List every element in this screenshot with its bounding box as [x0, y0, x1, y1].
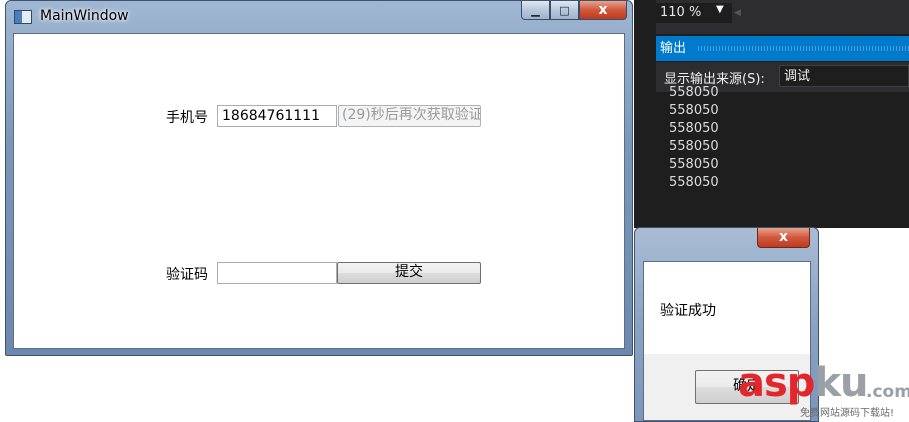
window-client-area: 手机号 18684761111 (29)秒后再次获取验证 验证码 提交	[13, 33, 625, 349]
output-line: 558050	[669, 139, 719, 154]
main-window: MainWindow ▁ □ x 手机号 18684761111 (29)秒后再…	[5, 0, 633, 356]
output-line: 558050	[669, 121, 719, 136]
pane-drag-grip[interactable]	[698, 46, 909, 51]
resend-code-button[interactable]: (29)秒后再次获取验证	[338, 105, 481, 127]
minimize-button[interactable]: ▁	[521, 1, 550, 20]
ide-background	[634, 0, 656, 228]
window-title: MainWindow	[40, 8, 129, 24]
code-label: 验证码	[166, 267, 208, 283]
app-icon	[14, 10, 32, 24]
output-line: 558050	[669, 85, 719, 100]
watermark-logo: aspku	[738, 360, 869, 406]
minimize-icon: ▁	[531, 3, 540, 17]
site-watermark: aspku .com 免费网站源码下载站!	[738, 360, 909, 422]
output-line: 558050	[669, 103, 719, 118]
phone-input[interactable]: 18684761111	[217, 105, 337, 127]
phone-label: 手机号	[166, 110, 208, 126]
message-box-close-button[interactable]: x	[757, 228, 810, 248]
close-icon: x	[778, 229, 789, 245]
close-button[interactable]: x	[579, 1, 627, 20]
output-line: 558050	[669, 157, 719, 172]
output-text: 558050 558050 558050 558050 558050 55805…	[669, 84, 899, 192]
close-icon: x	[598, 2, 608, 18]
maximize-icon: □	[559, 3, 570, 17]
watermark-suffix: .com	[866, 382, 909, 402]
caption-buttons: ▁ □ x	[521, 1, 627, 21]
submit-button[interactable]: 提交	[337, 262, 481, 284]
chevron-down-icon[interactable]: ▼	[716, 4, 724, 15]
editor-zoom-bar: 110 % ▼ ◀	[656, 0, 909, 34]
message-text: 验证成功	[660, 303, 716, 319]
output-line: 558050	[669, 175, 719, 190]
maximize-button[interactable]: □	[550, 1, 579, 20]
code-input[interactable]	[217, 262, 337, 284]
scroll-left-icon[interactable]: ◀	[734, 8, 741, 18]
watermark-tagline: 免费网站源码下载站!	[800, 408, 895, 419]
title-bar[interactable]: MainWindow ▁ □ x	[6, 1, 632, 31]
output-pane-title: 输出	[660, 41, 687, 56]
vs-output-pane: 110 % ▼ ◀ 输出 显示输出来源(S): 调试 558050 558050…	[656, 0, 909, 228]
